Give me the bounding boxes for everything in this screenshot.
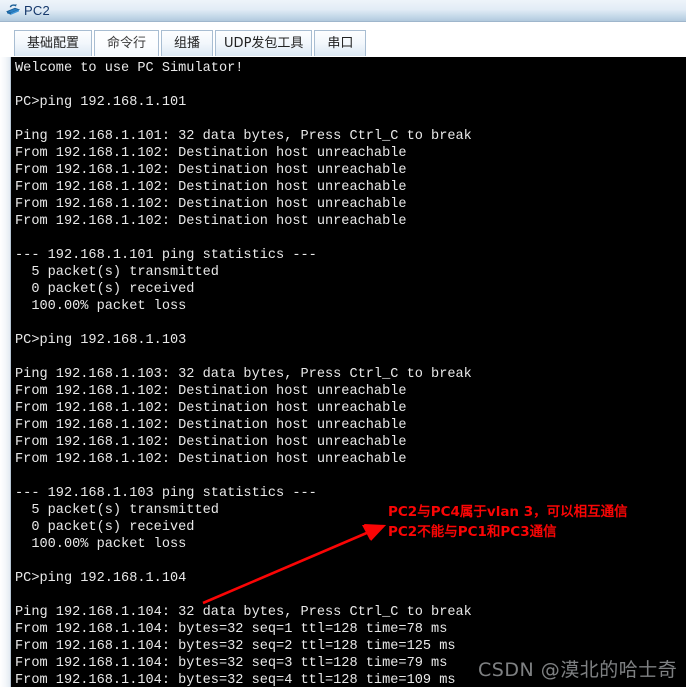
terminal-line: PC>ping 192.168.1.104: [15, 571, 187, 586]
annotation-line-1: PC2与PC4属于vlan 3，可以相互通信: [388, 504, 628, 520]
terminal-line: From 192.168.1.102: Destination host unr…: [15, 163, 407, 178]
terminal-line: Ping 192.168.1.104: 32 data bytes, Press…: [15, 605, 472, 620]
terminal-line: 0 packet(s) received: [15, 282, 195, 297]
terminal-output: Welcome to use PC Simulator! PC>ping 192.…: [15, 60, 683, 687]
left-gutter-panel: [0, 57, 11, 687]
tab-basic-config[interactable]: 基础配置: [14, 30, 93, 56]
terminal-line: 100.00% packet loss: [15, 299, 187, 314]
vlan-annotation: PC2与PC4属于vlan 3，可以相互通信 PC2不能与PC1和PC3通信: [388, 502, 680, 542]
annotation-line-2: PC2不能与PC1和PC3通信: [388, 524, 557, 540]
terminal-line: Welcome to use PC Simulator!: [15, 61, 244, 76]
tab-list: 基础配置 命令行 组播 UDP发包工具 串口: [14, 28, 368, 56]
terminal-line: From 192.168.1.102: Destination host unr…: [15, 214, 407, 229]
tab-udp-packet-tool[interactable]: UDP发包工具: [215, 30, 313, 56]
tab-command-line[interactable]: 命令行: [94, 30, 160, 56]
terminal-line: From 192.168.1.102: Destination host unr…: [15, 146, 407, 161]
terminal-line: From 192.168.1.104: bytes=32 seq=2 ttl=1…: [15, 639, 456, 654]
terminal-line: --- 192.168.1.101 ping statistics ---: [15, 248, 317, 263]
terminal-line: From 192.168.1.102: Destination host unr…: [15, 452, 407, 467]
terminal-console[interactable]: Welcome to use PC Simulator! PC>ping 192.…: [11, 57, 686, 687]
terminal-line: From 192.168.1.102: Destination host unr…: [15, 384, 407, 399]
terminal-line: Ping 192.168.1.103: 32 data bytes, Press…: [15, 367, 472, 382]
terminal-line: 5 packet(s) transmitted: [15, 265, 219, 280]
terminal-line: From 192.168.1.102: Destination host unr…: [15, 197, 407, 212]
window-titlebar: PC2: [0, 0, 686, 22]
terminal-line: --- 192.168.1.103 ping statistics ---: [15, 486, 317, 501]
terminal-line: From 192.168.1.102: Destination host unr…: [15, 435, 407, 450]
tab-serial-port[interactable]: 串口: [314, 30, 367, 56]
pc2-simulator-window: PC2 基础配置 命令行 组播 UDP发包工具 串口 Welcome to us…: [0, 0, 686, 687]
window-title: PC2: [24, 3, 50, 18]
csdn-watermark: CSDN @漠北的哈士奇: [478, 659, 678, 681]
terminal-line: From 192.168.1.104: bytes=32 seq=1 ttl=1…: [15, 622, 448, 637]
terminal-line: From 192.168.1.102: Destination host unr…: [15, 180, 407, 195]
pc-device-icon: [4, 2, 21, 19]
tab-strip: 基础配置 命令行 组播 UDP发包工具 串口: [0, 22, 686, 57]
terminal-line: Ping 192.168.1.101: 32 data bytes, Press…: [15, 129, 472, 144]
terminal-line: PC>ping 192.168.1.103: [15, 333, 187, 348]
terminal-line: PC>ping 192.168.1.101: [15, 95, 187, 110]
terminal-line: From 192.168.1.102: Destination host unr…: [15, 401, 407, 416]
terminal-line: From 192.168.1.102: Destination host unr…: [15, 418, 407, 433]
tab-multicast[interactable]: 组播: [161, 30, 214, 56]
